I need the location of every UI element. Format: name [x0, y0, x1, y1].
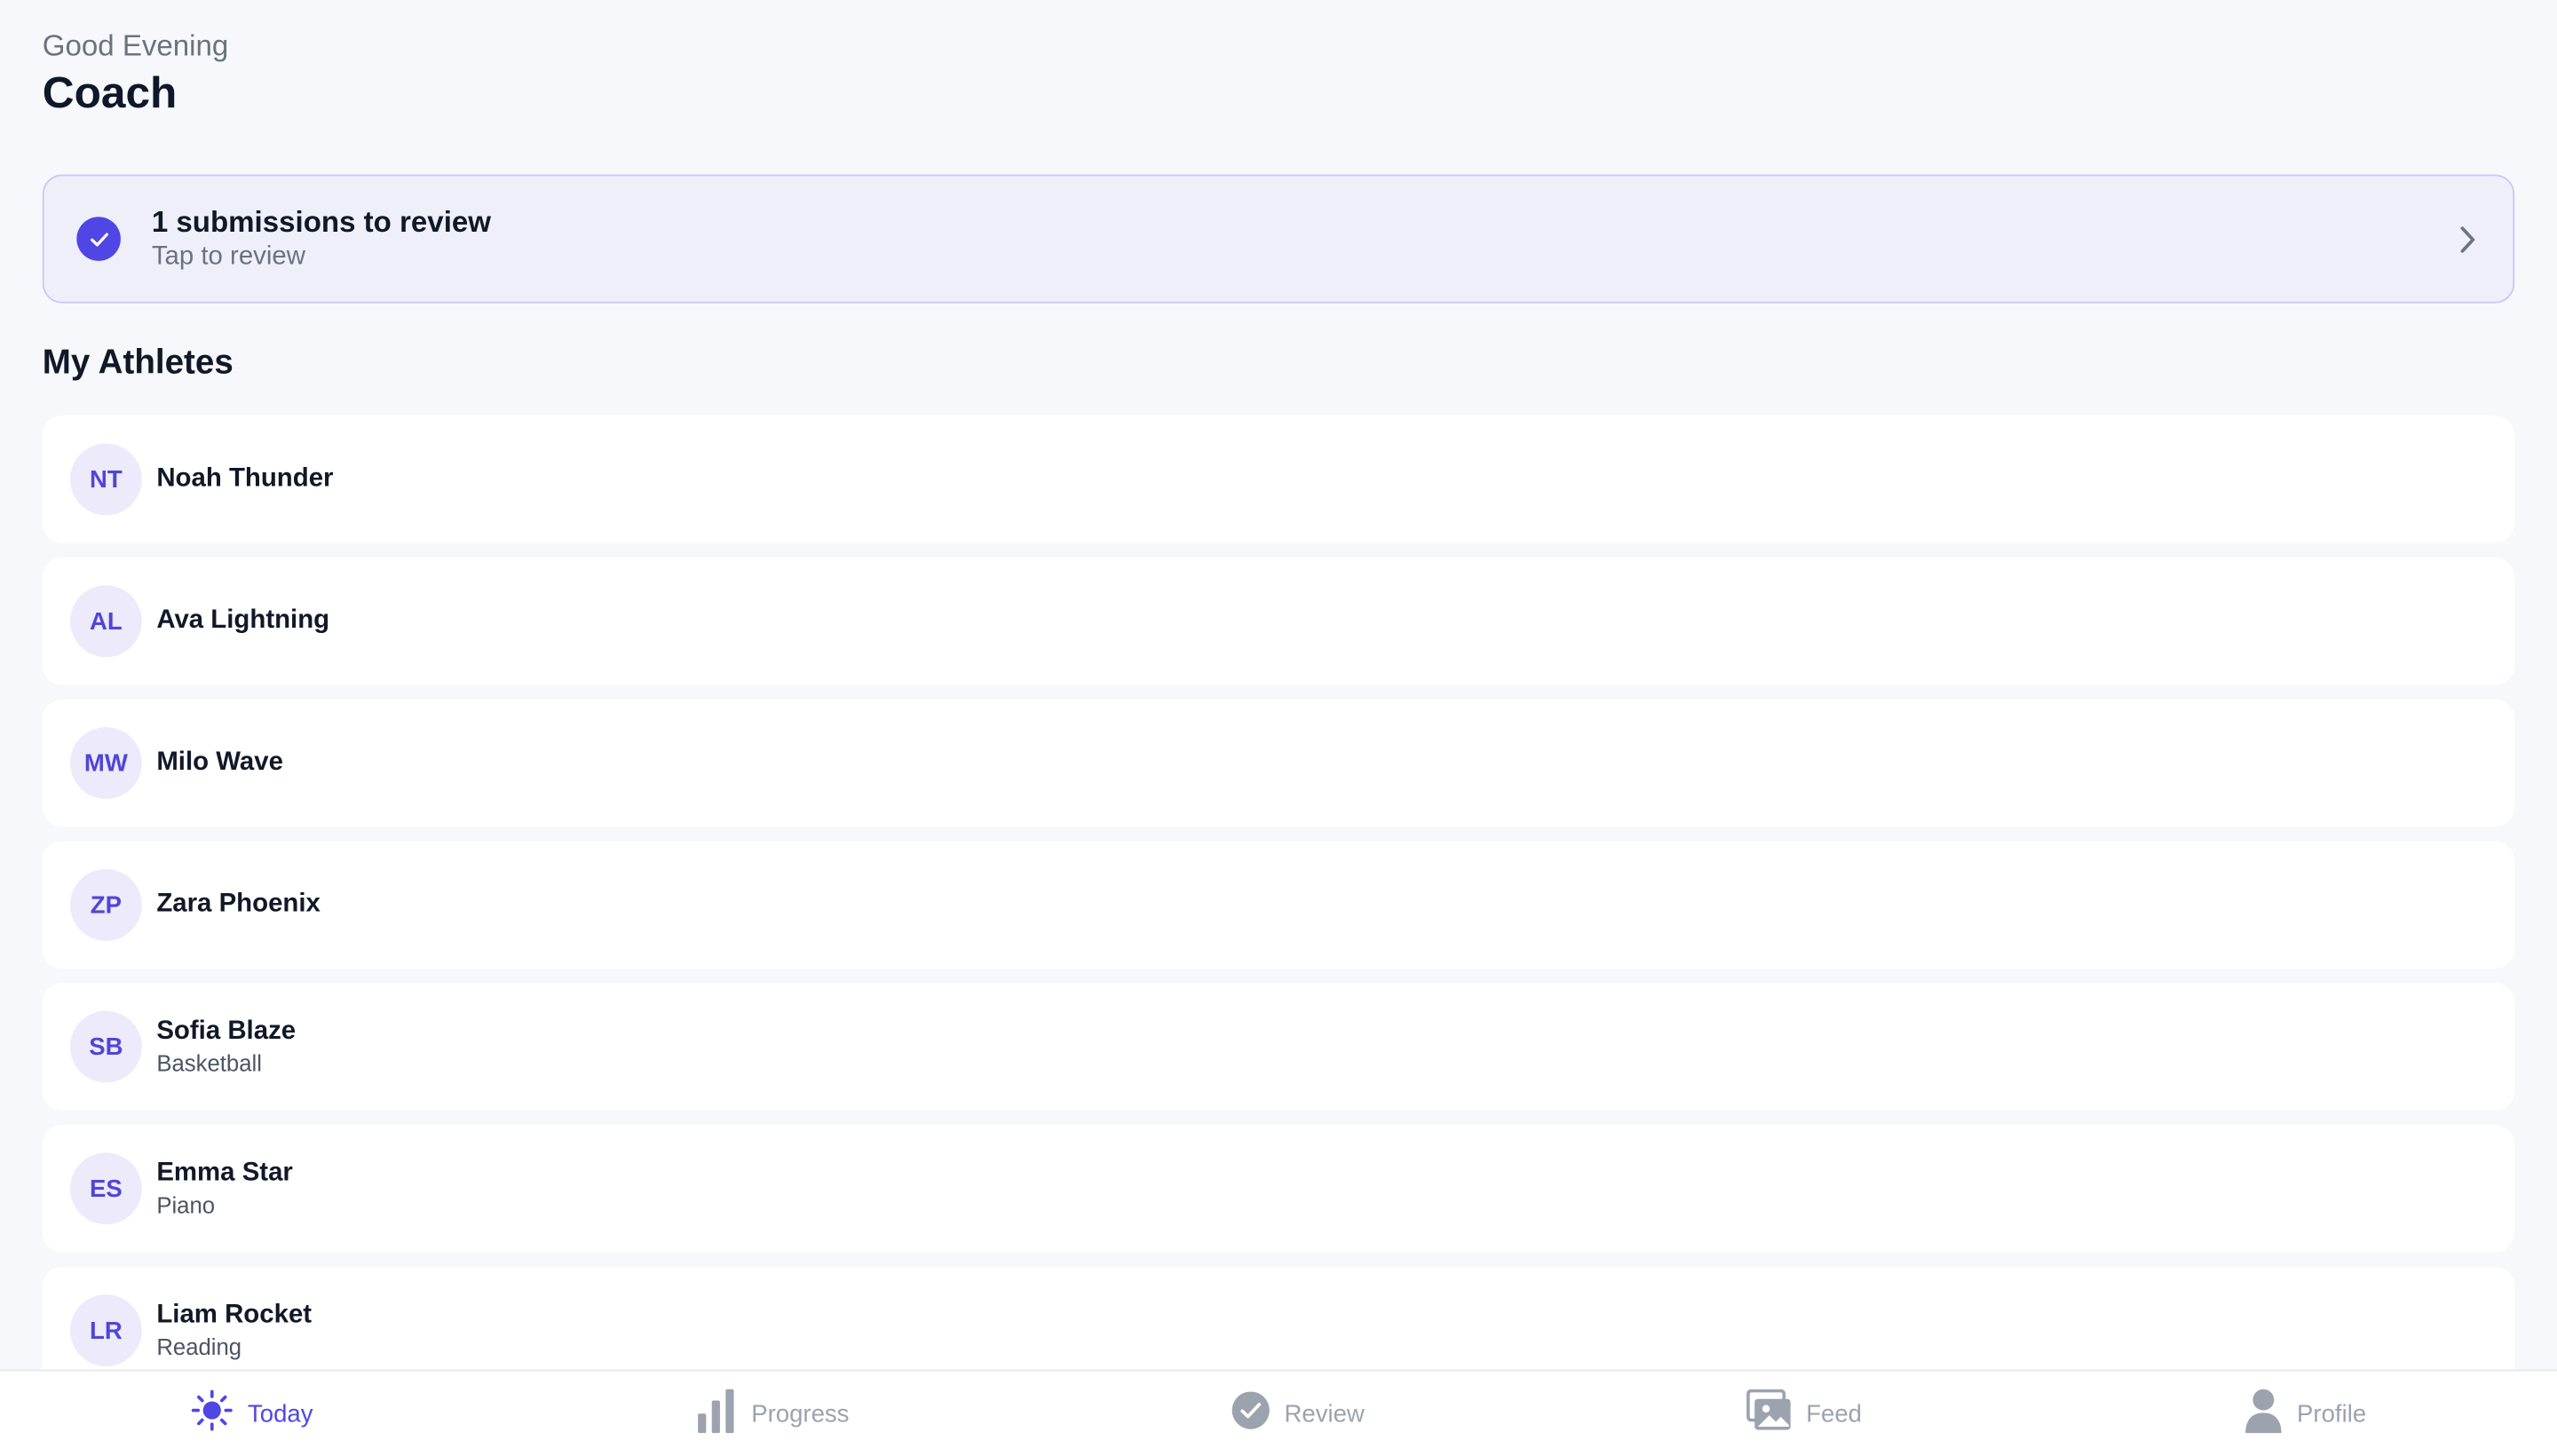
tab-progress[interactable]: Progress [694, 1371, 850, 1455]
athlete-card[interactable]: ES Emma Star Piano [42, 1125, 2515, 1253]
avatar: SB [69, 1010, 142, 1083]
chevron-right-icon [2458, 225, 2477, 262]
avatar: NT [69, 443, 142, 516]
page-header: Good Evening Coach [43, 26, 229, 119]
athlete-card[interactable]: AL Ava Lightning [42, 558, 2515, 685]
athlete-name: Milo Wave [156, 748, 283, 777]
section-title-my-athletes: My Athletes [42, 344, 234, 382]
banner-subtitle: Tap to review [151, 241, 305, 270]
tab-label: Today [247, 1399, 313, 1428]
page-title: Coach [42, 68, 178, 118]
tab-review[interactable]: Review [1231, 1371, 1365, 1455]
avatar: AL [69, 585, 142, 658]
tab-label: Profile [2297, 1399, 2367, 1428]
athlete-name: Liam Rocket [156, 1301, 313, 1329]
athlete-card[interactable]: NT Noah Thunder [42, 415, 2515, 543]
bottom-tab-bar: Today Progress Review Feed Profile [0, 1369, 2557, 1456]
athlete-sport: Piano [156, 1191, 216, 1218]
avatar: ZP [69, 868, 142, 941]
avatar: MW [69, 727, 142, 799]
athlete-name: Emma Star [156, 1159, 293, 1187]
person-icon [2243, 1387, 2282, 1441]
tab-profile[interactable]: Profile [2243, 1371, 2366, 1455]
athlete-sport: Basketball [156, 1049, 262, 1077]
bar-chart-icon [694, 1387, 737, 1441]
athlete-card[interactable]: ZP Zara Phoenix [42, 841, 2515, 969]
sun-icon [191, 1389, 234, 1439]
athlete-card[interactable]: MW Milo Wave [42, 699, 2515, 827]
banner-title: 1 submissions to review [151, 204, 491, 238]
athlete-list: NT Noah Thunder AL Ava Lightning MW Milo… [42, 415, 2515, 1408]
athlete-name: Ava Lightning [156, 606, 330, 635]
tab-label: Feed [1806, 1399, 1863, 1428]
tab-label: Progress [751, 1399, 850, 1428]
athlete-card[interactable]: SB Sofia Blaze Basketball [42, 983, 2515, 1111]
athlete-name: Noah Thunder [156, 464, 334, 493]
avatar: LR [69, 1294, 142, 1366]
tab-feed[interactable]: Feed [1746, 1371, 1862, 1455]
tab-today[interactable]: Today [191, 1371, 313, 1455]
check-circle-icon [1231, 1390, 1270, 1437]
tab-label: Review [1284, 1399, 1365, 1428]
greeting-text: Good Evening [42, 29, 229, 62]
image-icon [1746, 1388, 1791, 1439]
athlete-name: Sofia Blaze [156, 1017, 297, 1046]
review-submissions-banner[interactable]: 1 submissions to review Tap to review [42, 174, 2515, 304]
check-icon [76, 217, 121, 261]
athlete-name: Zara Phoenix [156, 890, 321, 918]
avatar: ES [69, 1152, 142, 1225]
athlete-sport: Reading [156, 1333, 242, 1360]
